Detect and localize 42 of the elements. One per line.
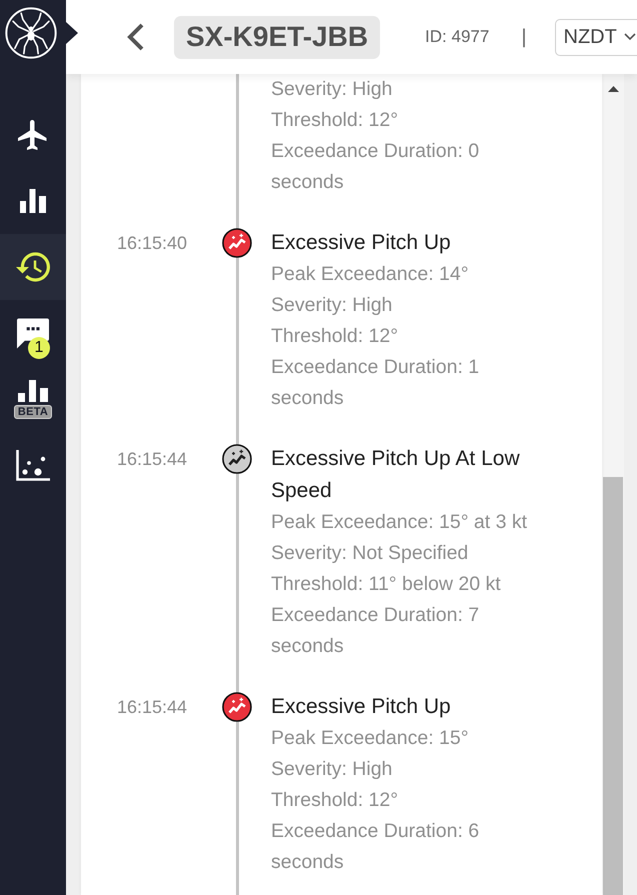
scatter-plot-icon	[16, 450, 50, 480]
event-detail: Exceedance Duration: 7 seconds	[271, 603, 480, 659]
scroll-up-arrow-icon	[608, 86, 618, 92]
event-title: Excessive Pitch Up At Low Speed	[271, 446, 521, 504]
event-title: Excessive Pitch Up	[271, 230, 452, 256]
event-detail: Severity: High	[271, 77, 392, 102]
event-title: Excessive Pitch Up	[271, 694, 452, 720]
scrollbar-track[interactable]	[602, 74, 624, 895]
event-detail: Threshold: 12°	[271, 788, 398, 813]
event-detail: Threshold: 12°	[271, 324, 398, 349]
chat-nav-button[interactable]: 1	[0, 300, 66, 366]
event-detail: Exceedance Duration: 1 seconds	[271, 355, 480, 411]
event-time: 16:15:40	[117, 232, 188, 255]
event-detail: Exceedance Duration: 6 seconds	[271, 819, 480, 875]
airplane-icon	[18, 120, 48, 150]
event-detail: Threshold: 11° below 20 kt	[271, 572, 501, 597]
aircraft-id: ID: 4977	[425, 27, 490, 47]
back-button[interactable]	[125, 22, 145, 52]
event-detail: Peak Exceedance: 14°	[271, 262, 469, 287]
separator: |	[521, 26, 527, 48]
chevron-down-icon	[624, 33, 636, 41]
event-detail: Exceedance Duration: 0 seconds	[271, 139, 480, 195]
event-time: 16:15:44	[117, 696, 188, 719]
scrollbar-thumb[interactable]	[603, 477, 623, 895]
event-detail: Threshold: 12°	[271, 108, 398, 133]
history-icon	[16, 250, 50, 284]
beta-bar-chart-nav-button[interactable]: BETA	[0, 366, 66, 432]
notification-badge: 1	[28, 337, 50, 359]
event-time: 16:15:44	[117, 448, 188, 471]
event-detail: Peak Exceedance: 15° at 3 kt	[271, 510, 528, 535]
bar-chart-icon	[18, 380, 48, 402]
event-detail: Severity: Not Specified	[271, 541, 468, 566]
spider-logo-icon	[5, 7, 57, 59]
timezone-select[interactable]: NZDT	[554, 18, 637, 56]
bar-chart-icon	[20, 189, 46, 213]
event-detail: Peak Exceedance: 15°	[271, 726, 469, 751]
chevron-left-icon	[125, 22, 145, 52]
event-detail: Severity: High	[271, 293, 392, 318]
registration-title: SX-K9ET-JBB	[174, 16, 380, 58]
beta-tag: BETA	[14, 404, 52, 418]
history-nav-button[interactable]	[0, 234, 66, 300]
event-detail: Severity: High	[271, 757, 392, 782]
